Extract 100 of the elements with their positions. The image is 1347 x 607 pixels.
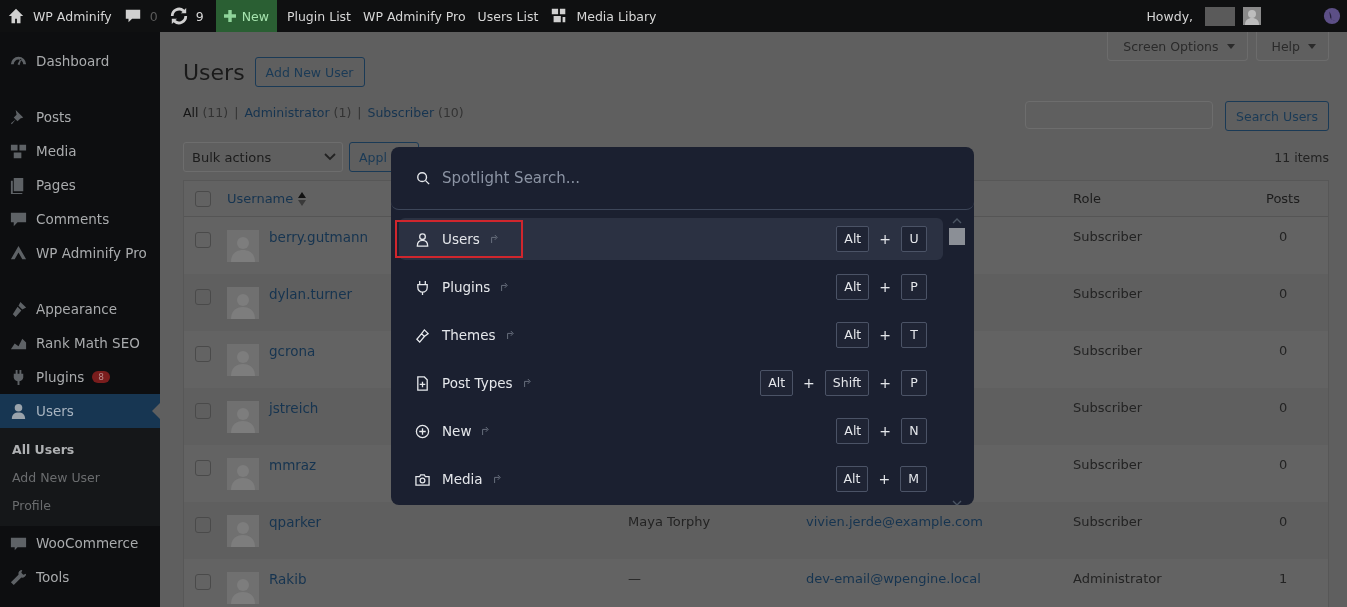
separator-text: | (234, 104, 239, 120)
count-badge: 8 (92, 371, 111, 383)
chevron-down-icon (324, 153, 336, 161)
sidebar-item[interactable]: Pages (0, 168, 160, 202)
table-cell: — (628, 571, 641, 586)
spotlight-result[interactable]: Media Alt + M (399, 458, 943, 500)
key-cap: Shift (824, 370, 870, 396)
page-title: Users (183, 59, 245, 85)
file-plus-icon (415, 375, 430, 391)
key-cap: U (901, 226, 927, 252)
home-icon[interactable] (7, 7, 25, 25)
avatar-icon (227, 230, 259, 262)
table-cell: Subscriber (1073, 229, 1143, 244)
table-cell-text: 0 (1278, 514, 1288, 529)
table-cell-text: 0 (1278, 400, 1288, 415)
sidebar-item[interactable]: Posts (0, 100, 160, 134)
update-count[interactable]: 9 (195, 8, 204, 24)
avatar-icon (227, 515, 259, 547)
plus-sign: + (879, 231, 891, 247)
key-cap: Alt (835, 466, 869, 492)
table-cell: Subscriber (1073, 514, 1143, 529)
toolbar-link[interactable]: WP Adminify Pro (363, 8, 466, 24)
row-checkbox[interactable] (195, 574, 211, 590)
avatar-icon (227, 287, 259, 319)
scroll-up-icon[interactable] (952, 218, 962, 224)
plus-sign: + (879, 279, 891, 295)
key-cap: M (900, 466, 927, 492)
return-arrow-icon (489, 234, 498, 244)
spotlight-result[interactable]: Plugins Alt + P (399, 266, 943, 308)
key-cap: Alt (836, 226, 870, 252)
table-cell-text: 0 (1278, 457, 1288, 472)
caret-icon (1226, 43, 1235, 49)
plus-sign: + (878, 471, 891, 487)
plus-icon (223, 10, 236, 22)
scroll-down-icon[interactable] (952, 500, 962, 505)
plus-circle-icon (415, 423, 430, 439)
wrench-icon (9, 567, 28, 587)
spotlight-search-field[interactable]: Spotlight Search... (440, 163, 954, 193)
search-icon (416, 171, 430, 185)
plus-sign: + (879, 327, 891, 343)
return-arrow-icon (492, 474, 501, 484)
new-button[interactable]: New (215, 0, 277, 32)
avatar-icon[interactable] (1243, 7, 1261, 25)
return-arrow-icon (481, 426, 490, 436)
key-cap: N (901, 418, 927, 444)
plus-sign: + (879, 375, 891, 391)
table-cell-text: 0 (1278, 286, 1288, 301)
table-cell: Subscriber (1073, 343, 1143, 358)
plus-sign: + (803, 375, 815, 391)
row-checkbox[interactable] (195, 460, 211, 476)
user-icon (9, 401, 28, 421)
table-cell-text: 0 (1278, 229, 1288, 244)
return-arrow-icon (500, 282, 509, 292)
table-cell: Subscriber (1073, 286, 1143, 301)
greeting[interactable]: Howdy, (1146, 8, 1193, 24)
camera-icon (415, 471, 430, 487)
key-cap: Alt (760, 370, 794, 396)
sidebar-item[interactable]: Plugins 8 (0, 360, 160, 394)
column-header: Posts (1266, 191, 1300, 206)
sidebar-item[interactable]: Rank Math SEO (0, 326, 160, 360)
avatar-icon (227, 572, 259, 604)
table-cell: Administrator (1073, 571, 1162, 586)
site-name[interactable]: WP Adminify (33, 8, 112, 24)
sidebar-item[interactable]: WP Adminify Pro (0, 236, 160, 270)
refresh-icon[interactable] (169, 7, 188, 25)
key-cap: Alt (836, 322, 870, 348)
table-cell: Subscriber (1073, 457, 1143, 472)
plus-sign: + (879, 423, 891, 439)
sort-icon[interactable] (298, 191, 307, 206)
key-cap: P (901, 370, 927, 396)
spotlight-result[interactable]: Post Types Alt + Shift + P (399, 362, 943, 404)
scrollbar-thumb[interactable] (949, 228, 965, 245)
avatar-icon (227, 344, 259, 376)
key-cap: P (901, 274, 927, 300)
item-count: 11 items (1274, 149, 1329, 165)
key-cap: T (901, 322, 927, 348)
row-checkbox[interactable] (195, 346, 211, 362)
sidebar-item[interactable]: Tools (0, 560, 160, 594)
avatar-icon (227, 458, 259, 490)
sidebar-item[interactable]: Dashboard (0, 44, 160, 78)
sidebar-item[interactable]: WooCommerce (0, 526, 160, 560)
spotlight-result[interactable]: New Alt + N (399, 410, 943, 452)
user-icon (415, 231, 430, 247)
key-cap: Alt (836, 274, 870, 300)
sidebar-item[interactable]: Users (0, 394, 160, 428)
toolbar-link[interactable]: Media Libary (576, 8, 657, 24)
plug-icon (415, 279, 430, 295)
table-cell-text: 1 (1278, 571, 1288, 586)
toolbar-link[interactable]: Plugin List (286, 8, 352, 24)
sidebar-item[interactable]: Comments (0, 202, 160, 236)
theme-toggle-icon[interactable] (1323, 7, 1341, 25)
select-all-checkbox[interactable] (195, 190, 211, 207)
table-cell: Maya Torphy (628, 514, 711, 529)
row-checkbox[interactable] (195, 232, 211, 248)
toolbar-link[interactable]: Users List (477, 8, 539, 24)
return-arrow-icon (505, 330, 514, 340)
spotlight-result[interactable]: Themes Alt + T (399, 314, 943, 356)
submenu-item[interactable]: All Users (0, 436, 160, 464)
sidebar-item[interactable]: Media (0, 134, 160, 168)
sidebar-item[interactable]: Appearance (0, 292, 160, 326)
